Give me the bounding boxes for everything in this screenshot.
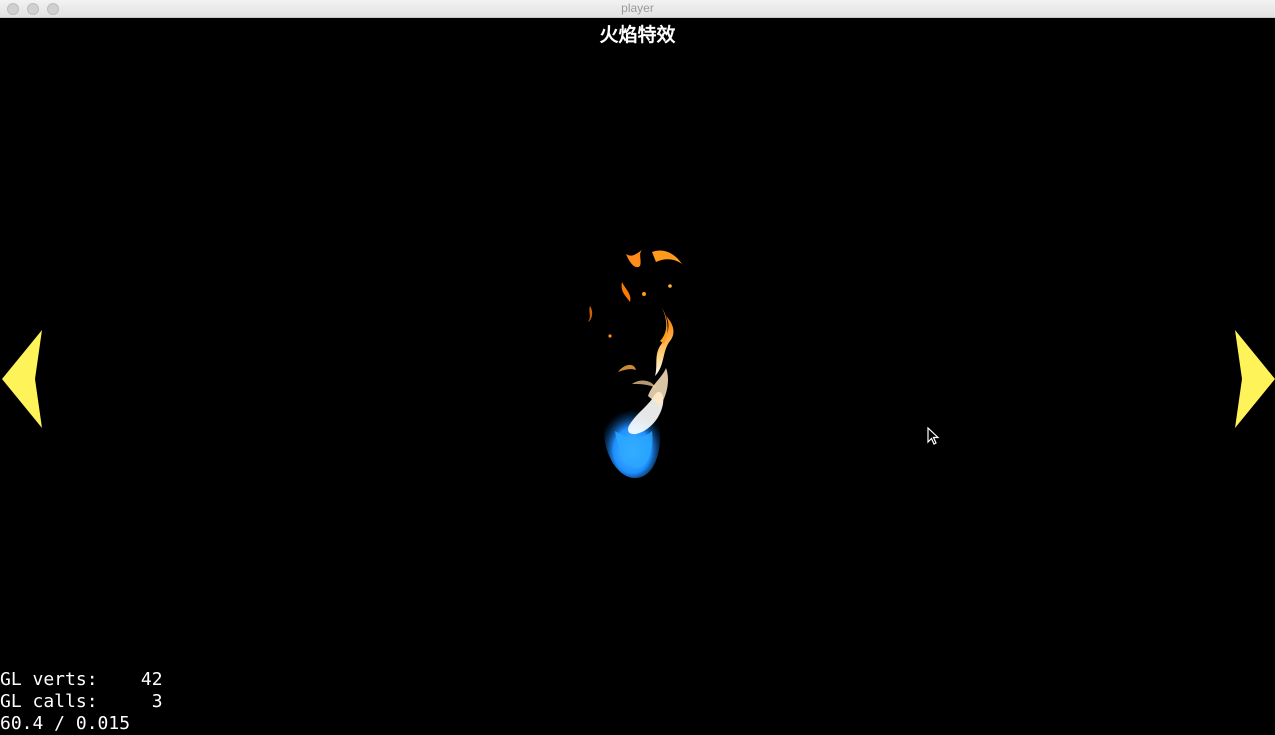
game-canvas[interactable]: 火焰特效 GL verts: 42 GL calls: 3 60.4 / 0.0… (0, 18, 1275, 735)
debug-stats: GL verts: 42 GL calls: 3 60.4 / 0.015 (0, 669, 163, 735)
gl-verts-label: GL verts: (0, 669, 98, 690)
previous-arrow-button[interactable] (1, 329, 43, 429)
chevron-left-icon (2, 330, 42, 428)
next-arrow-button[interactable] (1234, 329, 1275, 429)
gl-calls-label: GL calls: (0, 691, 98, 712)
fps-readout: 60.4 / 0.015 (0, 713, 131, 734)
flame-effect (588, 250, 682, 478)
window-title: player (621, 1, 654, 15)
mouse-cursor-icon (927, 427, 940, 445)
scene-title: 火焰特效 (599, 24, 676, 46)
gl-verts-value: 42 (140, 669, 163, 690)
gl-calls-value: 3 (151, 691, 163, 712)
window-titlebar[interactable]: player (0, 0, 1275, 18)
chevron-right-icon (1235, 330, 1275, 428)
